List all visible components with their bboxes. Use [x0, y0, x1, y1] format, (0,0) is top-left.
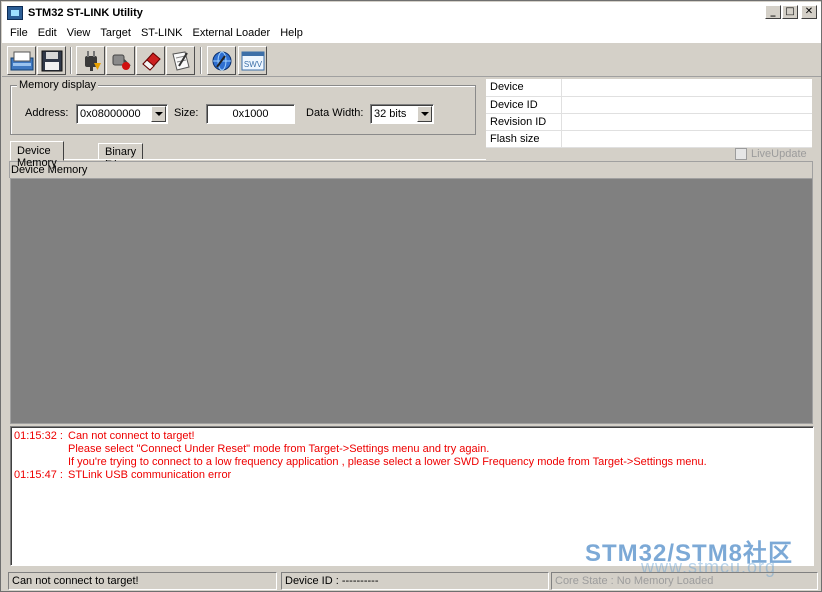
log-line: 01:15:47 : STLink USB communication error: [14, 469, 813, 482]
menu-file[interactable]: File: [5, 27, 33, 39]
table-row: Device: [486, 79, 812, 97]
firmware-update-icon: [212, 51, 231, 70]
memory-display-label: Memory display: [17, 79, 99, 91]
device-id-key: Device ID: [486, 96, 562, 114]
table-row: Revision ID: [486, 113, 812, 131]
live-update-label: LiveUpdate: [751, 148, 807, 160]
window-title: STM32 ST-LINK Utility: [28, 6, 143, 19]
open-file-button[interactable]: [7, 46, 36, 75]
chevron-down-icon[interactable]: [151, 106, 166, 122]
window-controls: _ □ ✕: [765, 5, 817, 19]
title-bar[interactable]: STM32 ST-LINK Utility _ □ ✕: [2, 2, 821, 23]
size-input[interactable]: 0x1000: [206, 104, 295, 124]
data-width-combo[interactable]: 32 bits: [370, 104, 434, 124]
revision-id-value: [561, 113, 812, 131]
menu-edit[interactable]: Edit: [33, 27, 62, 39]
address-combo[interactable]: 0x08000000: [76, 104, 168, 124]
flash-size-value: [561, 130, 812, 148]
log-timestamp: 01:15:47 :: [14, 469, 63, 481]
status-message: Can not connect to target!: [8, 572, 277, 590]
data-width-value: 32 bits: [374, 108, 407, 120]
erase-icon: [141, 51, 161, 71]
program-button[interactable]: [166, 46, 195, 75]
log-text: STLink USB communication error: [68, 469, 232, 481]
app-icon: [7, 5, 23, 20]
app-window: STM32 ST-LINK Utility _ □ ✕ File Edit Vi…: [0, 0, 822, 592]
address-label: Address:: [25, 107, 69, 119]
log-text: Can not connect to target!: [68, 430, 195, 442]
table-row: Flash size: [486, 130, 812, 148]
status-bar: Can not connect to target! Device ID : -…: [2, 570, 821, 591]
swv-label: SWV: [243, 60, 262, 69]
tab-device-memory[interactable]: Device Memory: [10, 141, 64, 169]
save-button[interactable]: [37, 46, 66, 75]
menu-external-loader[interactable]: External Loader: [188, 27, 276, 39]
log-text: Please select "Connect Under Reset" mode…: [68, 443, 490, 455]
program-icon: [171, 50, 190, 71]
toolbar-separator: [70, 47, 72, 74]
address-value: 0x08000000: [80, 108, 141, 120]
menu-bar: File Edit View Target ST-LINK External L…: [2, 23, 821, 42]
revision-id-key: Revision ID: [486, 113, 562, 131]
device-value: [561, 79, 812, 97]
checkbox-icon[interactable]: [735, 148, 747, 160]
data-width-label: Data Width:: [306, 107, 364, 119]
device-info-table: Device Device ID Revision ID Flash size: [486, 79, 812, 148]
log-line: If you're trying to connect to a low fre…: [14, 456, 813, 469]
menu-target[interactable]: Target: [95, 27, 136, 39]
maximize-button[interactable]: □: [782, 5, 798, 19]
connect-icon: [84, 50, 101, 71]
live-update-checkbox[interactable]: LiveUpdate: [735, 148, 807, 160]
toolbar: SWV: [2, 42, 821, 77]
chevron-down-icon[interactable]: [417, 106, 432, 122]
toolbar-separator: [200, 47, 202, 74]
log-text: If you're trying to connect to a low fre…: [68, 456, 707, 468]
firmware-update-button[interactable]: [207, 46, 236, 75]
log-timestamp: 01:15:32 :: [14, 430, 63, 442]
close-button[interactable]: ✕: [801, 5, 817, 19]
status-device-id: Device ID : ----------: [281, 572, 549, 590]
open-file-icon: [10, 51, 33, 70]
tab-divider: [10, 159, 486, 160]
status-core-state: Core State : No Memory Loaded: [551, 572, 818, 590]
save-icon: [41, 50, 62, 71]
minimize-button[interactable]: _: [765, 5, 781, 19]
connect-button[interactable]: [76, 46, 105, 75]
menu-help[interactable]: Help: [275, 27, 308, 39]
log-line: Please select "Connect Under Reset" mode…: [14, 443, 813, 456]
memory-view-header: Device Memory: [9, 161, 813, 178]
device-id-value: [561, 96, 812, 114]
erase-button[interactable]: [136, 46, 165, 75]
menu-st-link[interactable]: ST-LINK: [136, 27, 188, 39]
menu-view[interactable]: View: [62, 27, 96, 39]
flash-size-key: Flash size: [486, 130, 562, 148]
size-label: Size:: [174, 107, 199, 119]
memory-view-area[interactable]: [10, 178, 813, 424]
tab-binary-file[interactable]: Binary File: [98, 143, 144, 170]
disconnect-icon: [112, 54, 131, 70]
memory-display-group: Memory display Address: 0x08000000 Size:…: [10, 79, 476, 135]
disconnect-button[interactable]: [106, 46, 135, 75]
log-line: 01:15:32 : Can not connect to target!: [14, 430, 813, 443]
swv-button[interactable]: SWV: [238, 46, 267, 75]
device-key: Device: [486, 79, 562, 97]
swv-icon: SWV: [241, 51, 264, 70]
table-row: Device ID: [486, 96, 812, 114]
